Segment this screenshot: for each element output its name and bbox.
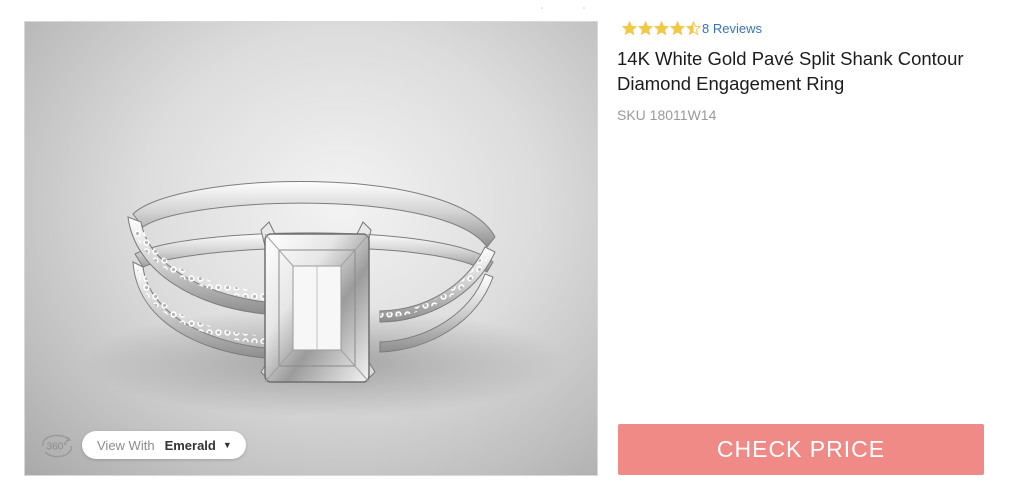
view-with-selected-shape: Emerald bbox=[164, 437, 216, 453]
view-with-label: View With bbox=[97, 437, 155, 453]
ring-product-image bbox=[85, 180, 565, 417]
360-spin-icon[interactable]: 360° bbox=[39, 432, 75, 460]
product-sku: SKU 18011W14 bbox=[617, 107, 717, 123]
product-rating: 8 Reviews bbox=[622, 19, 762, 37]
star-full-icon bbox=[670, 20, 685, 35]
product-image-viewer[interactable]: 360° View With Emerald ▼ bbox=[24, 21, 598, 476]
top-divider-marks bbox=[541, 7, 585, 9]
view-with-shape-dropdown[interactable]: View With Emerald ▼ bbox=[82, 431, 246, 459]
star-full-icon bbox=[654, 20, 669, 35]
check-price-button[interactable]: CHECK PRICE bbox=[618, 424, 984, 475]
product-page: 360° View With Emerald ▼ 8 Reviews 14K W… bbox=[0, 0, 1024, 500]
star-full-icon bbox=[638, 20, 653, 35]
reviews-link[interactable]: 8 Reviews bbox=[702, 21, 762, 36]
star-rating bbox=[622, 20, 701, 36]
360-label: 360° bbox=[47, 442, 68, 453]
caret-down-icon: ▼ bbox=[222, 440, 232, 450]
star-full-icon bbox=[622, 20, 637, 35]
star-half-icon bbox=[686, 20, 701, 35]
product-title: 14K White Gold Pavé Split Shank Contour … bbox=[617, 48, 964, 94]
